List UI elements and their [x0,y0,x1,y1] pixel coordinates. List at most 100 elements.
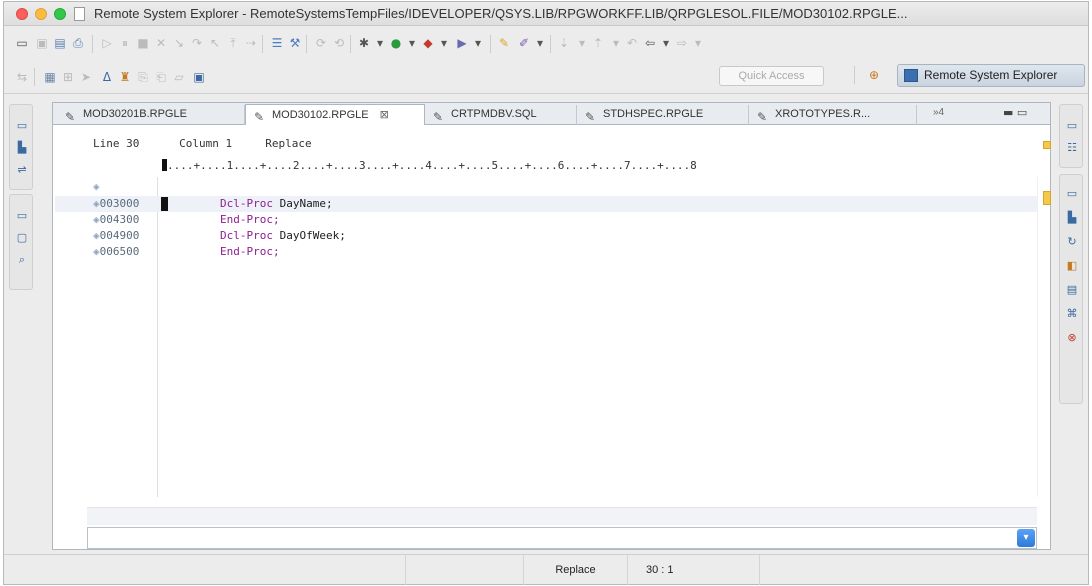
save-icon[interactable]: ▣ [34,36,50,51]
properties-view-icon[interactable]: ▤ [1065,283,1079,297]
previous-annotation-dropdown-icon[interactable]: ▾ [608,36,624,51]
quick-access-input[interactable]: Quick Access [719,66,824,86]
sequence-number: ◈ [93,180,100,193]
problems-icon[interactable]: ⊗ [1065,331,1079,345]
tab-mod30201b[interactable]: ✎ MOD30201B.RPGLE [57,105,245,125]
source-line[interactable]: ◈004300 End-Proc; [55,212,1037,228]
secondary-toolbar: ⇆ ▦ ⊞ ➤ Δ ♜ ⎘ ⎗ ▱ ▣ Quick Access ⊕ Remot… [4,60,1088,94]
run-icon[interactable]: ▷ [99,36,115,51]
left-trim-group-2: ▭ ▢ ⌕ [9,194,33,290]
filter-icon[interactable]: ⇆ [14,70,30,85]
task-icon[interactable]: ⎗ [153,70,169,85]
column-ruler: ....+....1....+....2....+....3....+....4… [162,159,697,172]
overview-ruler-marker[interactable] [1043,141,1051,149]
remote-system-explorer-perspective-button[interactable]: Remote System Explorer [897,64,1085,87]
step-into-icon[interactable]: ↘ [171,36,187,51]
bookmark-icon[interactable]: ⎘ [135,70,151,85]
profile-icon[interactable]: ▶ [454,36,470,51]
compile-icon[interactable]: ⚒ [287,36,303,51]
history-icon[interactable]: ↻ [1065,235,1079,249]
previous-annotation-icon[interactable]: ⇡ [590,36,606,51]
overview-ruler[interactable] [1037,177,1038,497]
toolbar-separator [34,68,35,86]
print-icon[interactable]: ⎙ [70,36,86,51]
source-line-current[interactable]: ◈003000 Dcl-Proc DayName; [55,196,1037,212]
commands-log-icon[interactable]: ⌘ [1065,307,1079,321]
error-list-icon[interactable]: ◧ [1065,259,1079,273]
run-green-icon[interactable]: ● [388,36,404,51]
compare-icon[interactable]: Δ [99,70,115,85]
outline-icon[interactable]: ☷ [1065,141,1079,155]
message-area [87,507,1037,525]
external-tools-dropdown-icon[interactable]: ▾ [436,36,452,51]
command-line-input[interactable]: ▾ [87,527,1037,549]
properties-icon[interactable]: ▱ [171,70,187,85]
outline-view-icon[interactable]: ▢ [15,231,29,245]
lpex-editor[interactable]: ✎ MOD30201B.RPGLE ✎ MOD30102.RPGLE ⊠ ✎ C… [52,102,1051,550]
tree-view-icon[interactable]: ⊞ [60,70,76,85]
close-tab-icon[interactable]: ⊠ [380,108,389,121]
source-line[interactable]: ◈004900 Dcl-Proc DayOfWeek; [55,228,1037,244]
save-all-icon[interactable]: ▤ [52,36,68,51]
tab-overflow-indicator[interactable]: »4 [933,107,944,118]
annotation-icon[interactable]: ✎ [496,36,512,51]
marker-dropdown-icon[interactable]: ▾ [532,36,548,51]
stop-icon[interactable]: ■ [135,36,151,51]
mode-indicator: Replace [265,137,312,150]
source-code: Dcl-Proc DayOfWeek; [220,229,346,242]
zoom-window-button[interactable] [54,8,66,20]
tab-xrototypes[interactable]: ✎ XROTOTYPES.R... [749,105,917,125]
next-annotation-dropdown-icon[interactable]: ▾ [574,36,590,51]
status-cell-empty [4,555,406,585]
debug-dropdown-icon[interactable]: ▾ [372,36,388,51]
refresh-icon[interactable]: ⟳ [313,36,329,51]
save-to-host-icon[interactable]: ▣ [191,70,207,85]
restore-icon[interactable]: ▭ [15,209,29,223]
user-actions-icon[interactable]: ♜ [117,70,133,85]
outline-icon[interactable]: ☰ [269,36,285,51]
forward-dropdown-icon[interactable]: ▾ [690,36,706,51]
profile-dropdown-icon[interactable]: ▾ [470,36,486,51]
tab-mod30102[interactable]: ✎ MOD30102.RPGLE ⊠ [245,104,425,125]
window-title: Remote System Explorer - RemoteSystemsTe… [94,6,908,21]
sync-icon[interactable]: ⟲ [331,36,347,51]
external-tools-icon[interactable]: ◆ [420,36,436,51]
step-over-icon[interactable]: ↷ [189,36,205,51]
restore-icon[interactable]: ▭ [1065,119,1079,133]
restore-icon[interactable]: ▭ [15,119,29,133]
open-perspective-icon[interactable]: ⊕ [866,68,882,83]
forward-icon[interactable]: ⇨ [674,36,690,51]
search-view-icon[interactable]: ⌕ [15,253,29,267]
next-annotation-icon[interactable]: ⇣ [556,36,572,51]
table-icon[interactable]: ▙ [1065,211,1079,225]
source-line[interactable]: ◈006500 End-Proc; [55,244,1037,260]
new-wizard-icon[interactable]: ▭ [14,36,30,51]
debug-icon[interactable]: ✱ [356,36,372,51]
remote-systems-icon[interactable]: ▙ [15,141,29,155]
tab-crtpmdbv[interactable]: ✎ CRTPMDBV.SQL [425,105,577,125]
close-window-button[interactable] [16,8,28,20]
chevron-down-icon[interactable]: ▾ [1017,529,1035,547]
step-icon[interactable]: ⏸ [117,36,133,51]
go-into-icon[interactable]: ➤ [78,70,94,85]
toolbar-separator [350,35,351,53]
table-view-icon[interactable]: ▦ [42,70,58,85]
tab-stdhspec[interactable]: ✎ STDHSPEC.RPGLE [577,105,749,125]
step-return-icon[interactable]: ↖ [207,36,223,51]
last-edit-icon[interactable]: ↶ [624,36,640,51]
drop-frame-icon[interactable]: ⤒ [225,36,241,51]
back-icon[interactable]: ⇦ [642,36,658,51]
use-step-filters-icon[interactable]: ⇢ [243,36,259,51]
back-dropdown-icon[interactable]: ▾ [658,36,674,51]
run-dropdown-icon[interactable]: ▾ [404,36,420,51]
source-line[interactable]: ◈ [55,179,1037,195]
overview-ruler-marker[interactable] [1043,191,1051,205]
minimize-window-button[interactable] [35,8,47,20]
restore-icon[interactable]: ▭ [1065,187,1079,201]
minimize-maximize-icon[interactable]: ▬ ▭ [1003,106,1027,119]
tab-label: MOD30201B.RPGLE [83,108,187,120]
marker-icon[interactable]: ✐ [516,36,532,51]
connections-icon[interactable]: ⇌ [15,163,29,177]
column-indicator: Column 1 [179,137,233,150]
disconnect-icon[interactable]: ✕ [153,36,169,51]
